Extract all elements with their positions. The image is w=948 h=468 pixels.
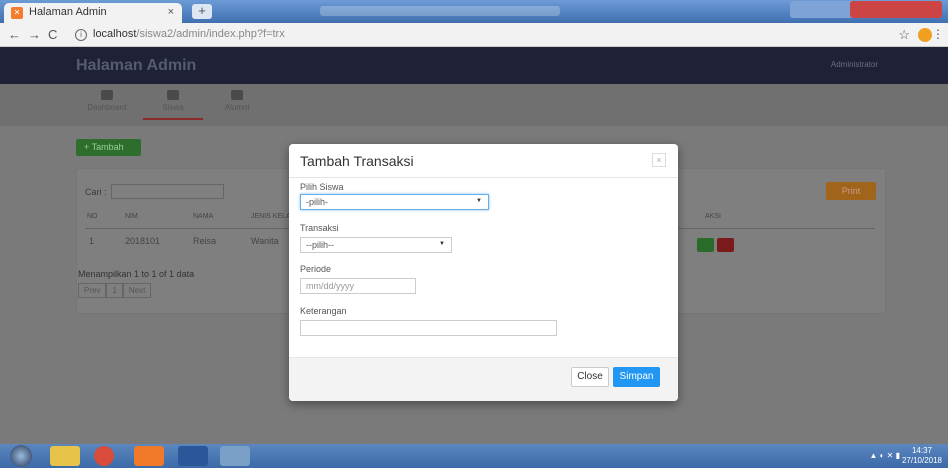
edit-button[interactable] [697, 238, 714, 252]
pagination: Prev 1 Next [78, 283, 152, 298]
periode-label: Periode [300, 264, 332, 274]
tab-alumni-label: Alumni [224, 103, 250, 112]
dropdown-arrow-icon: ▼ [439, 241, 445, 247]
bookmark-star-icon[interactable]: ☆ [898, 27, 910, 43]
periode-date-input[interactable]: mm/dd/yyyy [300, 278, 416, 294]
transaksi-select[interactable]: --pilih-- ▼ [300, 237, 452, 253]
modal-title: Tambah Transaksi [300, 153, 414, 169]
browser-menu-icon[interactable]: ⋮ [932, 27, 944, 41]
delete-button[interactable] [717, 238, 734, 252]
cell-no: 1 [89, 236, 95, 246]
siswa-label: Pilih Siswa [300, 182, 344, 192]
tab-dashboard-label: Dashboard [87, 103, 127, 112]
word-icon[interactable] [178, 446, 208, 466]
reload-icon[interactable]: C [48, 27, 57, 42]
tab-dashboard[interactable]: Dashboard [77, 90, 137, 112]
col-nim[interactable]: NIM [125, 213, 138, 220]
siswa-select[interactable]: -pilih- ▼ [300, 194, 489, 210]
xampp-favicon-icon: ✕ [11, 7, 23, 19]
windows-taskbar: ▲ ◐ ✕ ▮ 14:37 27/10/2018 [0, 444, 948, 468]
pager-page-1[interactable]: 1 [106, 283, 123, 298]
tab-close-icon[interactable]: × [168, 6, 174, 18]
col-aksi: AKSI [705, 213, 721, 220]
search-label: Cari : [85, 187, 107, 197]
clock-date: 27/10/2018 [901, 456, 942, 465]
browser-tab[interactable]: ✕ Halaman Admin × [4, 3, 182, 23]
chrome-icon[interactable] [94, 446, 114, 466]
tab-siswa-label: Siswa [162, 103, 184, 112]
url-path: /siswa2/admin/index.php?f=trx [136, 28, 285, 40]
tab-alumni[interactable]: Alumni [207, 90, 267, 112]
nav-tabs: Dashboard Siswa Alumni [0, 84, 948, 126]
explorer-icon[interactable] [50, 446, 80, 466]
tab-title: Halaman Admin [29, 6, 107, 18]
system-tray-icons[interactable]: ▲ ◐ ✕ ▮ [869, 451, 900, 460]
search-input[interactable] [111, 184, 224, 199]
cell-jenis-kelamin: Wanita [251, 236, 279, 246]
close-button[interactable]: Close [571, 367, 609, 387]
col-no[interactable]: NO [87, 213, 98, 220]
col-nama[interactable]: NAMA [193, 213, 213, 220]
transaksi-select-value: --pilih-- [306, 240, 334, 250]
modal-close-icon[interactable]: × [652, 153, 666, 167]
cell-nama: Reisa [193, 236, 217, 246]
brand-title[interactable]: Halaman Admin [76, 57, 196, 75]
transaksi-label: Transaksi [300, 223, 339, 233]
extension-icon[interactable] [918, 28, 932, 42]
forward-icon[interactable]: → [28, 27, 41, 42]
app-icon[interactable] [220, 446, 250, 466]
url-host: localhost [93, 28, 137, 40]
clock-time: 14:37 [911, 446, 932, 455]
add-button[interactable]: + Tambah [76, 139, 141, 156]
info-icon[interactable]: i [75, 29, 87, 41]
cell-nim: 2018101 [125, 236, 161, 246]
dashboard-icon [101, 90, 113, 100]
dropdown-arrow-icon: ▼ [476, 198, 482, 204]
top-navbar: Halaman Admin Administrator [0, 47, 948, 84]
modal-header: Tambah Transaksi × [289, 144, 678, 178]
save-button[interactable]: Simpan [613, 367, 660, 387]
keterangan-label: Keterangan [300, 306, 347, 316]
user-menu[interactable]: Administrator [831, 60, 878, 69]
print-button[interactable]: Print [826, 182, 876, 200]
pager-next[interactable]: Next [122, 283, 152, 298]
window-title-blur [320, 6, 560, 16]
back-icon[interactable]: ← [8, 27, 21, 42]
window-controls[interactable] [850, 1, 942, 18]
xampp-icon[interactable] [134, 446, 164, 466]
briefcase-icon [167, 90, 179, 100]
taskbar-clock[interactable]: 14:37 27/10/2018 [902, 446, 942, 466]
table-info: Menampilkan 1 to 1 of 1 data [78, 269, 195, 279]
tab-siswa[interactable]: Siswa [143, 90, 203, 120]
address-bar: ← → C i localhost/siswa2/admin/index.php?… [0, 23, 948, 47]
admin-page: Halaman Admin Administrator Dashboard Si… [0, 47, 948, 444]
modal-footer: Close Simpan [289, 357, 678, 401]
keterangan-input[interactable] [300, 320, 557, 336]
add-transaction-modal: Tambah Transaksi × Pilih Siswa -pilih- ▼… [289, 144, 678, 401]
url-field[interactable]: i localhost/siswa2/admin/index.php?f=trx [75, 26, 915, 44]
tag-icon [231, 90, 243, 100]
new-tab-button[interactable]: + [192, 4, 212, 19]
browser-tab-strip: ✕ Halaman Admin × + [0, 0, 948, 23]
siswa-select-value: -pilih- [306, 197, 329, 207]
pager-prev[interactable]: Prev [78, 283, 107, 298]
start-button-icon[interactable] [10, 445, 32, 467]
